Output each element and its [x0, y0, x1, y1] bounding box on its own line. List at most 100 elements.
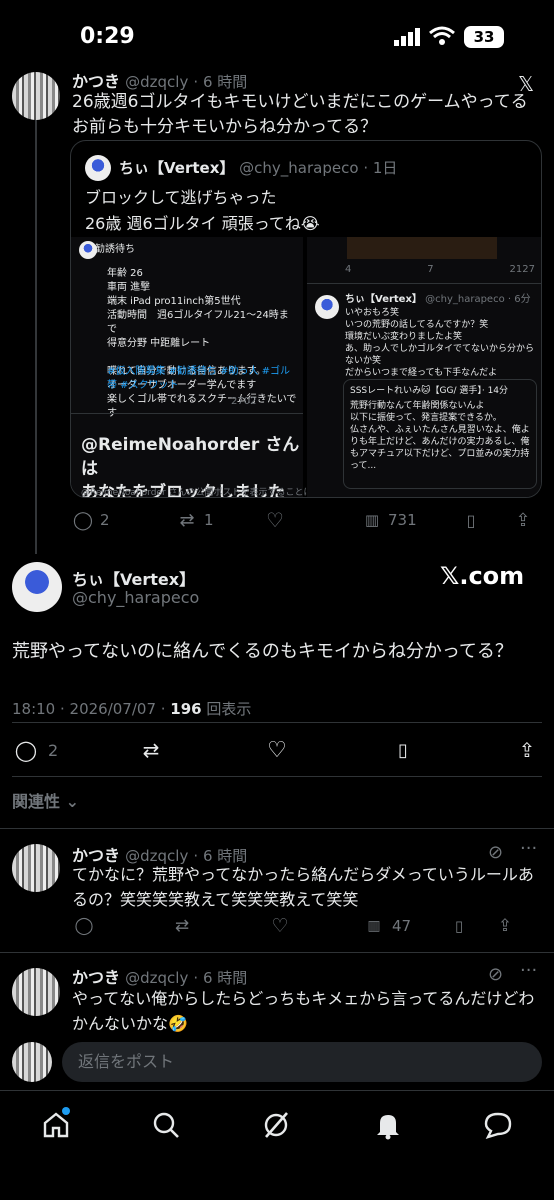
shot-inner-text: 荒野行動なんて年齢関係ないんよ 以下に振使って、発言提案できるか。 仏さんや、ふ…	[350, 401, 530, 471]
chevron-down-icon: ⌄	[65, 792, 79, 811]
view-count: 47	[392, 917, 412, 935]
reply-header: かつき @dzqcly · 6 時間	[72, 964, 247, 988]
parent-action-row: ◯ 2 ⇄ 1 ♡ ▥ 731 ▯ ⇪	[70, 508, 544, 532]
parent-tweet-header: かつき @dzqcly · 6 時間	[72, 68, 542, 92]
avatar	[12, 1042, 52, 1082]
battery-indicator: 33	[464, 26, 504, 48]
like-icon[interactable]: ♡	[268, 915, 292, 937]
author-handle[interactable]: @dzqcly	[125, 73, 188, 91]
avatar	[315, 295, 339, 319]
divider	[71, 413, 303, 414]
recruit-line: 楽しくゴル帯でれるスクチーム行きたいです	[107, 394, 297, 419]
share-icon[interactable]: ⇪	[508, 510, 538, 531]
hashtags: #仮入隊募集 #勧誘待ち #助っ人 #ゴル帯 #スクワット	[107, 366, 291, 391]
recruit-line: 車両 進撃	[107, 282, 151, 293]
main-tweet-text: 荒野やってないのに絡んでくるのもキモイからね分かってる？	[12, 641, 513, 662]
main-action-row: ◯ 2 ⇄ ♡ ▯ ⇪	[12, 736, 542, 764]
main-tweet-meta: 18:10 · 2026/07/07 · 196 回表示	[12, 698, 251, 719]
post-time: · 6 時間	[193, 73, 248, 91]
notification-dot	[62, 1107, 70, 1115]
image-thumbnail	[347, 237, 497, 259]
author-name[interactable]: ちぃ【Vertex】	[72, 566, 195, 590]
reply-icon[interactable]: ◯	[12, 738, 40, 762]
stat-views: 2127	[509, 264, 535, 275]
reply-count: 2	[100, 511, 110, 529]
watermark: 𝕏.com	[440, 562, 525, 590]
sort-dropdown[interactable]: 関連性 ⌄	[12, 788, 79, 812]
status-text: 勧誘待ち	[95, 244, 135, 255]
reply-icon[interactable]: ◯	[70, 510, 96, 531]
status-bar: 0:29 33	[0, 0, 554, 72]
repost-icon[interactable]: ⇄	[170, 916, 194, 936]
recruit-text: 年齢 26 車両 進撃端末 iPad pro11inch第5世代活動時間 週6ゴル…	[107, 267, 297, 421]
search-icon[interactable]	[150, 1109, 182, 1141]
attached-image-left[interactable]: 勧誘待ち 年齢 26 車両 進撃端末 iPad pro11inch第5世代活動時間…	[71, 237, 307, 497]
more-icon[interactable]: ···	[520, 960, 537, 981]
sort-label: 関連性	[12, 792, 61, 811]
notifications-icon[interactable]	[372, 1109, 404, 1141]
post-time: · 6 時間	[193, 969, 248, 987]
repost-icon[interactable]: ⇄	[136, 738, 166, 762]
views-icon[interactable]: ▥	[362, 918, 386, 934]
thread-line	[35, 118, 37, 554]
quote-card[interactable]: ちぃ【Vertex】 @chy_harapeco · 1日 ブロックして逃げちゃ…	[70, 140, 542, 498]
divider	[0, 952, 554, 953]
shot-post-handle: @chy_harapeco · 6分	[425, 294, 531, 305]
quote-author-name: ちぃ【Vertex】	[119, 159, 235, 177]
shot-post-name: ちぃ【Vertex】	[345, 294, 422, 305]
divider	[12, 722, 542, 723]
shot-post-header: ちぃ【Vertex】 @chy_harapeco · 6分	[345, 293, 531, 307]
divider	[307, 283, 541, 284]
home-icon[interactable]	[40, 1107, 72, 1141]
divider	[0, 828, 554, 829]
reply-input[interactable]: 返信をポスト	[62, 1042, 542, 1082]
bottom-nav	[0, 1090, 554, 1200]
view-count: 731	[388, 511, 417, 529]
more-icon[interactable]: ···	[520, 838, 537, 859]
share-icon[interactable]: ⇪	[492, 916, 518, 936]
status-time: 0:29	[80, 24, 135, 49]
share-icon[interactable]: ⇪	[512, 738, 542, 762]
avatar[interactable]	[12, 844, 60, 892]
views-icon[interactable]: ▥	[360, 511, 384, 529]
view-label: 回表示	[206, 700, 252, 718]
timestamp[interactable]: 18:10 · 2026/07/07 ·	[12, 700, 170, 718]
reply-icon[interactable]: ◯	[72, 916, 96, 936]
author-handle[interactable]: @chy_harapeco	[72, 588, 199, 607]
avatar[interactable]	[12, 72, 60, 120]
recruit-line: 端末 iPad pro11inch第5世代	[107, 296, 241, 307]
shot-post-text: いやおもろ笑 いつの荒野の話してるんですか？笑 環境だいぶ変わりましたよ笑 あ、…	[345, 308, 535, 378]
attached-image-right[interactable]: 4 7 2127 ちぃ【Vertex】 @chy_harapeco · 6分 い…	[307, 237, 541, 497]
author-name[interactable]: かつき	[72, 968, 120, 987]
reply-text: てかなに？荒野やってなかったら絡んだらダメっていうルールあるの？笑笑笑笑教えて笑…	[72, 865, 534, 909]
bookmark-icon[interactable]: ▯	[388, 740, 418, 761]
reply-count: 2	[48, 740, 59, 760]
recruit-line: 年齢 26	[107, 268, 143, 279]
bookmark-icon[interactable]: ▯	[456, 511, 486, 530]
like-icon[interactable]: ♡	[262, 508, 288, 532]
grok-icon[interactable]: ⊘	[488, 964, 503, 985]
shot-views: 2702	[231, 396, 257, 407]
messages-icon[interactable]	[482, 1109, 514, 1141]
grok-icon[interactable]: ⊘	[488, 842, 503, 863]
like-icon[interactable]: ♡	[262, 738, 292, 763]
bookmark-icon[interactable]: ▯	[446, 917, 472, 935]
avatar[interactable]	[12, 968, 60, 1016]
recruit-line	[107, 351, 297, 365]
stat-replies: 4	[345, 264, 352, 275]
avatar[interactable]	[12, 562, 62, 612]
parent-tweet-text: 26歳週6ゴルタイもキモいけどいまだにこのゲームやってるお前らも十分キモいからね…	[72, 92, 528, 137]
recruit-line: 活動時間 週6ゴルタイフル21〜24時まで	[107, 310, 289, 335]
shot-stats: 4 7 2127	[345, 263, 535, 277]
avatar	[85, 155, 111, 181]
quote-text: ブロックして逃げちゃった 26歳 週6ゴルタイ 頑張ってね😭	[85, 188, 320, 233]
reply-action-row: ◯ ⇄ ♡ ▥ 47 ▯ ⇪	[72, 914, 542, 938]
divider	[12, 776, 542, 777]
grok-icon[interactable]	[260, 1109, 292, 1141]
author-name[interactable]: かつき	[72, 72, 120, 91]
block-subtext: @ReimeNoahorder さんの公開ポストを表示することは	[81, 488, 307, 498]
author-handle[interactable]: @dzqcly	[125, 969, 188, 987]
repost-icon[interactable]: ⇄	[174, 510, 200, 531]
stat-likes: 7	[427, 264, 434, 275]
shot-inner-name: SSSレートれいみ🐱【GG/ 選手】· 14分	[350, 386, 509, 396]
